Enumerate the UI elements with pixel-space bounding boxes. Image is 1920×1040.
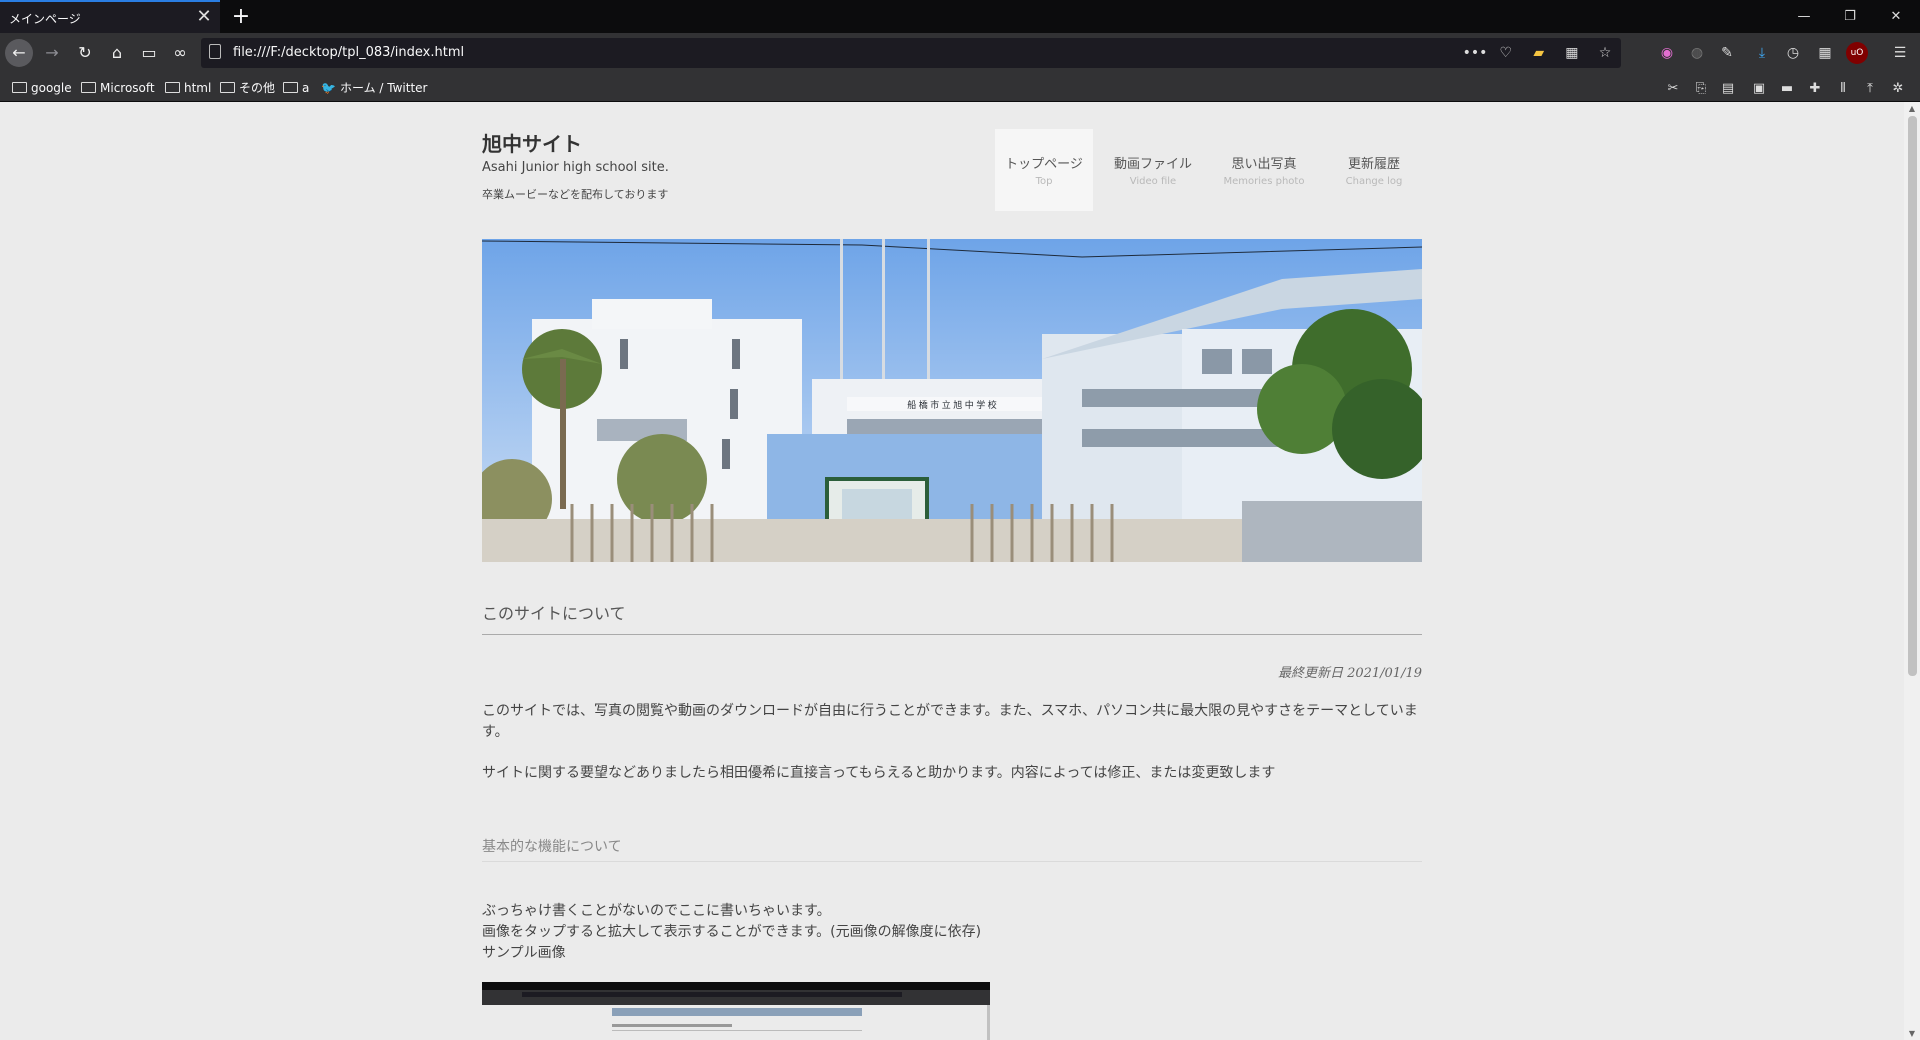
page-actions-icon[interactable]: ••• — [1463, 42, 1488, 64]
forward-button[interactable]: → — [38, 39, 66, 67]
nav-label: 思い出写真 — [1231, 157, 1297, 172]
screenshot-icon[interactable]: ▣ — [1750, 80, 1768, 98]
site-subtitle: Asahi Junior high school site. — [482, 160, 669, 175]
nav-item-top[interactable]: トップページ Top — [995, 129, 1093, 211]
page-scrollbar[interactable]: ▲ ▼ — [1904, 102, 1920, 1040]
features-line-3: サンプル画像 — [482, 945, 566, 961]
bookmark-label: ホーム / Twitter — [339, 81, 428, 95]
nav-label: トップページ — [1005, 157, 1083, 172]
reader-view-icon[interactable]: ▭ — [135, 39, 163, 67]
about-paragraph-2: サイトに関する要望などありましたら相田優希に直接言ってもらえると助かります。内容… — [482, 765, 1276, 781]
bookmark-html[interactable]: html — [165, 79, 211, 97]
downloads-toolbar-icon[interactable]: ⤒ — [1861, 80, 1879, 98]
hero-school-image[interactable]: 船 橋 市 立 旭 中 学 校 — [482, 239, 1422, 562]
navigation-toolbar: ← → ↻ ⌂ ▭ ∞ file:///F:/decktop/tpl_083/i… — [0, 33, 1920, 73]
sample-image-preview — [482, 982, 990, 1040]
restore-button[interactable]: ❐ — [1827, 0, 1873, 33]
about-heading: このサイトについて — [482, 595, 1422, 635]
bookmark-label: a — [302, 81, 310, 95]
last-updated: 最終更新日 2021/01/19 — [1277, 666, 1422, 681]
school-building-illustration: 船 橋 市 立 旭 中 学 校 — [482, 239, 1422, 562]
settings-gear-icon[interactable]: ✲ — [1889, 80, 1907, 98]
scrollbar-thumb[interactable] — [1908, 116, 1917, 676]
pocket-icon[interactable]: ♡ — [1496, 42, 1516, 64]
cut-icon[interactable]: ✂ — [1664, 80, 1682, 98]
bookmark-google[interactable]: google — [12, 79, 72, 97]
bookmark-label: Microsoft — [100, 81, 155, 95]
nav-sublabel: Top — [1035, 176, 1053, 187]
nav-label: 動画ファイル — [1113, 157, 1192, 172]
nav-item-memories[interactable]: 思い出写真 Memories photo — [1209, 129, 1319, 211]
edit-extension-icon[interactable]: ✎ — [1716, 42, 1738, 64]
bookmark-a[interactable]: a — [283, 79, 309, 97]
nav-label: 更新履歴 — [1347, 157, 1400, 172]
folder-icon — [165, 82, 180, 93]
folder-icon — [220, 82, 235, 93]
paste-icon[interactable]: ▤ — [1719, 80, 1737, 98]
bookmark-star-icon[interactable]: ☆ — [1595, 42, 1615, 64]
address-bar[interactable]: file:///F:/decktop/tpl_083/index.html ••… — [201, 38, 1621, 68]
copy-icon[interactable]: ⎘ — [1692, 80, 1710, 98]
sample-screenshot-image[interactable] — [482, 982, 990, 1040]
sidebar-icon[interactable]: ▬ — [1778, 80, 1796, 98]
bookmark-microsoft[interactable]: Microsoft — [81, 79, 155, 97]
folder-icon — [12, 82, 27, 93]
site-description: 卒業ムービーなどを配布しております — [482, 188, 669, 201]
reload-button[interactable]: ↻ — [71, 39, 99, 67]
translate-icon[interactable]: ▦ — [1562, 42, 1582, 64]
history-icon[interactable]: ◷ — [1782, 42, 1804, 64]
folder-icon — [283, 82, 298, 93]
bookmarks-toolbar: google Microsoft html その他 a 🐦 ホーム / Twitt… — [0, 73, 1920, 102]
nav-item-changelog[interactable]: 更新履歴 Change log — [1325, 129, 1423, 211]
color-extension-icon[interactable]: ◉ — [1656, 42, 1678, 64]
home-button[interactable]: ⌂ — [103, 39, 131, 67]
new-tab-button[interactable]: + — [228, 2, 254, 32]
ublock-icon[interactable]: uO — [1846, 42, 1868, 64]
nav-item-video[interactable]: 動画ファイル Video file — [1103, 129, 1203, 211]
url-text[interactable]: file:///F:/decktop/tpl_083/index.html — [233, 45, 464, 60]
page-icon — [209, 44, 221, 59]
features-heading: 基本的な機能について — [482, 836, 1422, 862]
bookmark-other[interactable]: その他 — [220, 79, 275, 97]
nav-sublabel: Change log — [1345, 176, 1403, 187]
scroll-up-arrow-icon[interactable]: ▲ — [1907, 104, 1917, 113]
nav-sublabel: Memories photo — [1223, 176, 1305, 187]
folder-icon — [81, 82, 96, 93]
twitter-icon: 🐦 — [321, 81, 336, 95]
page-viewport: 旭中サイト Asahi Junior high school site. 卒業ム… — [0, 102, 1904, 1040]
translate-extension-icon[interactable]: ▦ — [1814, 42, 1836, 64]
features-line-1: ぶっちゃけ書くことがないのでここに書いちゃいます。 — [482, 903, 831, 919]
tab-title: メインページ — [9, 12, 81, 26]
site-title[interactable]: 旭中サイト — [482, 128, 582, 157]
nav-sublabel: Video file — [1129, 176, 1177, 187]
school-sign-text: 船 橋 市 立 旭 中 学 校 — [907, 399, 997, 410]
active-tab[interactable]: メインページ ✕ — [0, 0, 220, 33]
menu-icon[interactable]: ☰ — [1889, 42, 1911, 64]
url-actions: ••• ♡ ▰ ▦ ☆ — [1455, 42, 1615, 64]
folder-action-icon[interactable]: ▰ — [1529, 42, 1549, 64]
tab-bar: メインページ ✕ + — ❐ ✕ — [0, 0, 1920, 33]
download-icon[interactable]: ⤓ — [1751, 42, 1773, 64]
tab-close-button[interactable]: ✕ — [194, 6, 214, 28]
private-mask-icon[interactable]: ∞ — [166, 39, 194, 67]
features-line-2: 画像をタップすると拡大して表示することができます。(元画像の解像度に依存) — [482, 924, 982, 940]
scroll-down-arrow-icon[interactable]: ▼ — [1907, 1029, 1917, 1038]
addons-icon[interactable]: ✚ — [1806, 80, 1824, 98]
bookmark-label: その他 — [239, 81, 276, 95]
bookmark-label: google — [31, 81, 72, 95]
bookmark-label: html — [184, 81, 212, 95]
bookmark-twitter[interactable]: 🐦 ホーム / Twitter — [321, 79, 427, 97]
about-paragraph-1: このサイトでは、写真の閲覧や動画のダウンロードが自由に行うことができます。また、… — [482, 703, 1418, 740]
back-button[interactable]: ← — [5, 39, 33, 67]
library-icon[interactable]: ⫴ — [1834, 80, 1852, 98]
shield-extension-icon[interactable]: ◍ — [1686, 42, 1708, 64]
minimize-button[interactable]: — — [1781, 0, 1827, 33]
close-window-button[interactable]: ✕ — [1873, 0, 1919, 33]
